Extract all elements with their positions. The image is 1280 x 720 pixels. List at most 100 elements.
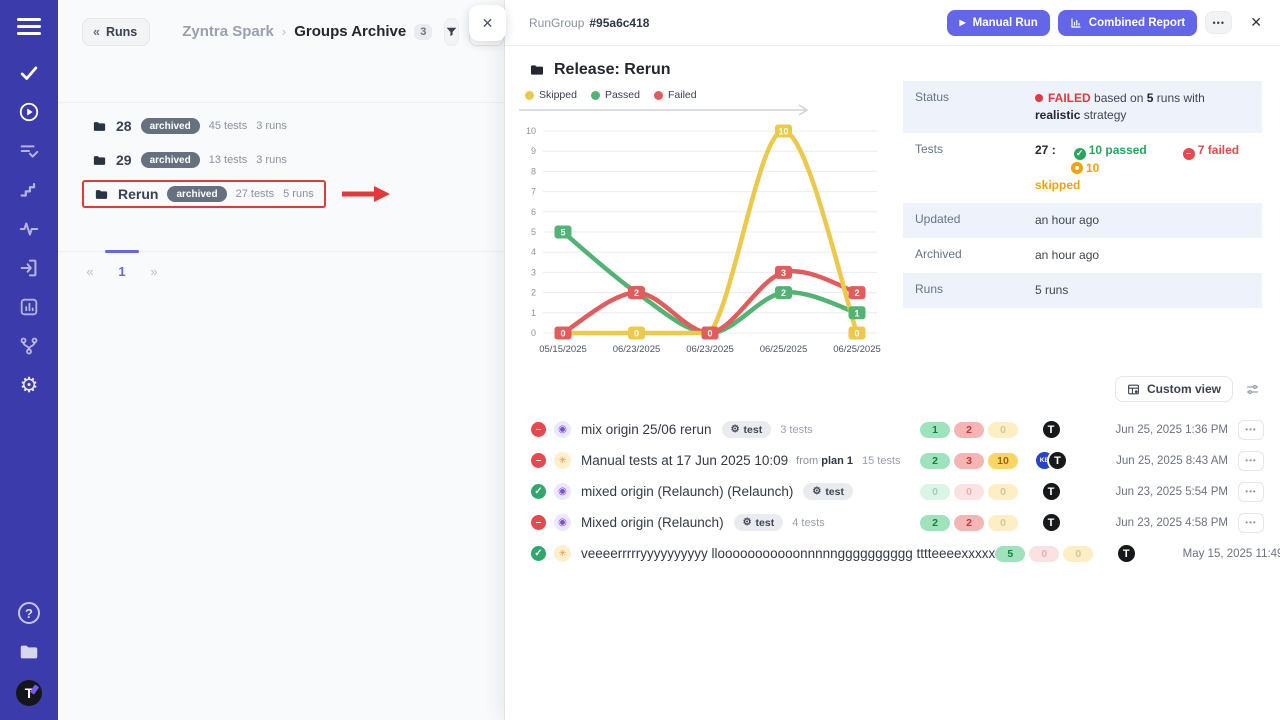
result-count-pills: 500 [995, 546, 1097, 562]
chart-legend: SkippedPassedFailed [513, 89, 903, 101]
steps-icon[interactable] [17, 178, 41, 202]
run-list-icon[interactable] [17, 139, 41, 163]
run-name[interactable]: veeeerrrrryyyyyyyyyy llooooooooooonnnnng… [581, 546, 995, 561]
run-date: Jun 25, 2025 8:43 AM [1080, 455, 1228, 467]
run-tag-badge: ⚙test [803, 483, 853, 500]
import-icon[interactable] [17, 256, 41, 280]
view-settings-sliders-icon[interactable] [1245, 382, 1260, 397]
legend-label: Passed [605, 89, 640, 101]
passed-count-pill: 1 [920, 422, 950, 438]
run-name[interactable]: Mixed origin (Relaunch) [581, 515, 724, 530]
run-plan-link[interactable]: from plan 1 [796, 455, 853, 467]
run-more-button[interactable]: ••• [1238, 451, 1264, 471]
run-row[interactable]: –◉Mixed origin (Relaunch)⚙test4 tests220… [505, 507, 1280, 538]
branch-icon[interactable] [17, 334, 41, 358]
avatar[interactable]: T [1041, 512, 1062, 533]
runs-list: –◉mix origin 25/06 rerun⚙test3 tests120T… [505, 414, 1280, 569]
avatar[interactable]: T [1041, 419, 1062, 440]
run-more-button[interactable]: ••• [1238, 513, 1264, 533]
svg-text:06/25/2025: 06/25/2025 [760, 344, 808, 355]
run-more-button[interactable]: ••• [1238, 482, 1264, 502]
run-row[interactable]: ✓◉mixed origin (Relaunch) (Relaunch)⚙tes… [505, 476, 1280, 507]
avatar[interactable]: T [1047, 450, 1068, 471]
svg-text:2: 2 [781, 288, 786, 298]
breadcrumb-project[interactable]: Zyntra Spark [182, 23, 274, 40]
legend-dot-icon [525, 91, 534, 100]
run-date: Jun 23, 2025 5:54 PM [1080, 486, 1228, 498]
folder-icon [94, 187, 109, 202]
rungroup-type-label: RunGroup [529, 16, 584, 30]
highlighted-group: Rerunarchived27 tests5 runs [82, 180, 326, 208]
run-name[interactable]: Manual tests at 17 Jun 2025 10:09 [581, 453, 788, 468]
gear-icon: ⚙ [812, 486, 821, 497]
svg-text:10: 10 [778, 127, 788, 137]
avatar[interactable]: T [1041, 481, 1062, 502]
menu-icon[interactable] [17, 14, 41, 39]
group-runs-count: 3 runs [256, 154, 287, 166]
automated-origin-icon: ◉ [554, 483, 571, 500]
failed-count-pill: 2 [954, 515, 984, 531]
analytics-icon[interactable] [17, 295, 41, 319]
pagination-next[interactable]: » [148, 264, 160, 279]
run-more-button[interactable]: ••• [1238, 420, 1264, 440]
run-row[interactable]: –✳ Manual tests at 17 Jun 2025 10:09 from … [505, 445, 1280, 476]
passed-count-pill: 2 [920, 515, 950, 531]
rungroup-detail-panel: RunGroup #95a6c418 ▶ Manual Run Combined… [505, 0, 1280, 720]
run-name[interactable]: mixed origin (Relaunch) (Relaunch) [581, 484, 793, 499]
group-name: 29 [116, 152, 132, 168]
custom-view-button[interactable]: Custom view [1115, 376, 1233, 402]
pulse-icon[interactable] [17, 217, 41, 241]
back-to-runs-button[interactable]: « Runs [82, 18, 150, 46]
avatar[interactable]: T [1116, 543, 1137, 564]
run-failed-icon: – [531, 453, 546, 468]
info-row-runs: Runs 5 runs [903, 273, 1262, 308]
archived-badge: archived [141, 152, 200, 168]
group-list-item[interactable]: 28archived45 tests3 runs [58, 109, 504, 143]
breadcrumb: Zyntra Spark › Groups Archive 3 [182, 23, 432, 40]
legend-dot-icon [591, 91, 600, 100]
combined-report-button[interactable]: Combined Report [1058, 10, 1197, 36]
group-content: 28archived45 tests3 runs [82, 114, 297, 138]
settings-gear-icon[interactable]: ⚙ [17, 373, 41, 397]
group-tests-count: 13 tests [209, 154, 248, 166]
run-row[interactable]: –◉mix origin 25/06 rerun⚙test3 tests120T… [505, 414, 1280, 445]
help-icon[interactable]: ? [18, 602, 40, 624]
group-list-item[interactable]: 29 archived 13 tests 3 runs [58, 143, 504, 177]
run-avatars: T [1022, 481, 1080, 502]
check-icon[interactable] [17, 61, 41, 85]
run-avatars: T [1022, 419, 1080, 440]
run-name[interactable]: mix origin 25/06 rerun [581, 422, 712, 437]
failed-dot-icon [1035, 94, 1043, 102]
folder-icon [529, 62, 545, 78]
failed-count-pill: 0 [1029, 546, 1059, 562]
svg-text:0: 0 [634, 329, 639, 339]
svg-text:5: 5 [560, 228, 565, 238]
group-list-item[interactable]: Rerunarchived27 tests5 runs [58, 177, 504, 211]
manual-run-button[interactable]: ▶ Manual Run [947, 10, 1049, 36]
run-passed-icon: ✓ [531, 546, 546, 561]
automated-origin-icon: ◉ [554, 421, 571, 438]
rungroup-title: Release: Rerun [554, 61, 671, 79]
run-date: Jun 23, 2025 4:58 PM [1080, 517, 1228, 529]
close-icon: ✕ [482, 15, 494, 32]
run-failed-icon: – [531, 422, 546, 437]
archived-badge: archived [167, 186, 226, 202]
svg-text:0: 0 [707, 329, 712, 339]
user-avatar[interactable]: T [16, 680, 42, 706]
svg-text:2: 2 [854, 288, 859, 298]
filter-button[interactable] [444, 18, 459, 46]
manual-origin-icon: ✳ [554, 452, 571, 469]
pagination-page-1[interactable]: 1 [116, 264, 128, 279]
run-row[interactable]: ✓ ✳ veeeerrrrryyyyyyyyyy llooooooooooonnnn… [505, 538, 1280, 569]
play-circle-icon[interactable] [17, 100, 41, 124]
result-count-pills: 000 [920, 484, 1022, 500]
svg-text:10: 10 [526, 126, 536, 136]
pagination-prev[interactable]: « [84, 264, 96, 279]
manual-origin-icon: ✳ [554, 545, 571, 562]
skipped-count-pill: 0 [1063, 546, 1093, 562]
drawer-close-button[interactable]: ✕ [469, 5, 506, 41]
panel-close-button[interactable]: ✕ [1250, 14, 1262, 31]
more-actions-button[interactable]: ••• [1205, 11, 1232, 34]
projects-folder-icon[interactable] [17, 640, 41, 664]
run-avatars: T [1097, 543, 1155, 564]
